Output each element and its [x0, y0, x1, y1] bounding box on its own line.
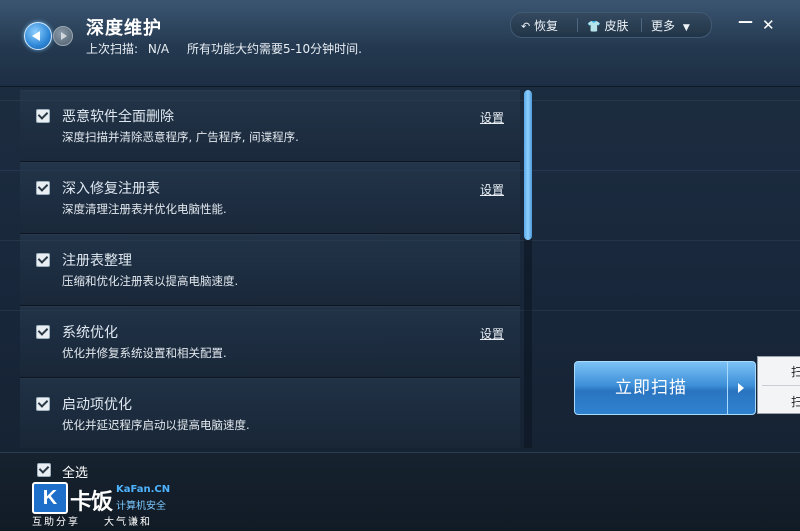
- back-arrow-icon[interactable]: [24, 22, 52, 50]
- list-item-malware-removal: 恶意软件全面删除 深度扫描并清除恶意程序, 广告程序, 间谍程序. 设置: [20, 90, 520, 162]
- kafan-logo-slogan: 互助分享 大气谦和: [32, 513, 176, 528]
- kafan-logo-name: 卡饭: [70, 490, 113, 515]
- top-menu: ↶ 恢复 👕 皮肤 更多 ▼: [510, 12, 712, 38]
- close-button[interactable]: ✕: [762, 16, 775, 34]
- main-window: - bbs.kafan.cn/thread ... 深度维护 上次扫描: N/A…: [0, 0, 800, 531]
- list-item-startup-optimize: 启动项优化 优化并延迟程序启动以提高电脑速度.: [20, 378, 520, 448]
- popup-menu-item[interactable]: 扫: [791, 363, 800, 380]
- skin-label: 皮肤: [604, 19, 629, 33]
- select-all-label[interactable]: 全选: [62, 462, 88, 481]
- settings-link[interactable]: 设置: [480, 325, 504, 342]
- kafan-logo-domain: KaFan.CN: [116, 484, 171, 495]
- forward-arrow-icon[interactable]: [53, 26, 73, 46]
- checkbox[interactable]: [36, 109, 50, 123]
- popup-divider: [762, 385, 800, 386]
- checkbox[interactable]: [36, 253, 50, 267]
- list-scrollbar[interactable]: [524, 90, 532, 448]
- select-all-checkbox[interactable]: [37, 463, 51, 477]
- item-description: 压缩和优化注册表以提高电脑速度.: [62, 274, 239, 288]
- checkbox[interactable]: [36, 181, 50, 195]
- popup-menu-item[interactable]: 扫: [791, 393, 800, 410]
- scrollbar-thumb[interactable]: [524, 90, 532, 240]
- settings-link[interactable]: 设置: [480, 181, 504, 198]
- scan-options-dropdown-button[interactable]: [727, 361, 756, 415]
- item-description: 优化并修复系统设置和相关配置.: [62, 346, 227, 360]
- restore-label: 恢复: [534, 19, 559, 33]
- slogan-part: 互助分享: [32, 517, 80, 528]
- scan-options-popup: 扫 扫: [757, 356, 800, 414]
- settings-link[interactable]: 设置: [480, 109, 504, 126]
- kafan-logo: K 卡饭 KaFan.CN 计算机安全 互助分享 大气谦和: [32, 482, 182, 528]
- last-scan-value: N/A: [147, 42, 170, 56]
- item-title: 深入修复注册表: [62, 181, 160, 197]
- last-scan-info: 上次扫描: N/A 所有功能大约需要5-10分钟时间.: [86, 40, 368, 57]
- kafan-logo-mark: K: [32, 482, 68, 514]
- more-button[interactable]: 更多 ▼: [651, 17, 690, 34]
- item-description: 优化并延迟程序启动以提高电脑速度.: [62, 418, 250, 432]
- slogan-part: 大气谦和: [104, 517, 152, 528]
- item-title: 系统优化: [62, 325, 118, 341]
- scan-duration-note: 所有功能大约需要5-10分钟时间.: [186, 42, 362, 56]
- item-description: 深度清理注册表并优化电脑性能.: [62, 202, 227, 216]
- menu-divider: [641, 18, 642, 32]
- title-bar: 深度维护 上次扫描: N/A 所有功能大约需要5-10分钟时间. ↶ 恢复 👕 …: [0, 0, 800, 87]
- checkbox[interactable]: [36, 325, 50, 339]
- item-description: 深度扫描并清除恶意程序, 广告程序, 间谍程序.: [62, 130, 299, 144]
- last-scan-label: 上次扫描:: [86, 42, 139, 56]
- restore-button[interactable]: ↶ 恢复: [521, 17, 558, 34]
- item-title: 启动项优化: [62, 397, 132, 413]
- minimize-button[interactable]: —: [738, 12, 753, 30]
- option-list: 恶意软件全面删除 深度扫描并清除恶意程序, 广告程序, 间谍程序. 设置 深入修…: [20, 90, 520, 448]
- list-item-registry-repair: 深入修复注册表 深度清理注册表并优化电脑性能. 设置: [20, 162, 520, 234]
- scan-now-button[interactable]: 立即扫描: [574, 361, 728, 415]
- checkbox[interactable]: [36, 397, 50, 411]
- chevron-down-icon: ▼: [682, 23, 690, 33]
- menu-divider: [577, 18, 578, 32]
- list-item-system-optimize: 系统优化 优化并修复系统设置和相关配置. 设置: [20, 306, 520, 378]
- kafan-logo-tagline: 计算机安全: [116, 501, 166, 512]
- list-item-registry-defrag: 注册表整理 压缩和优化注册表以提高电脑速度.: [20, 234, 520, 306]
- restore-arrow-icon: ↶: [521, 20, 531, 33]
- page-title: 深度维护: [86, 18, 162, 39]
- more-label: 更多: [651, 19, 676, 33]
- item-title: 注册表整理: [62, 253, 132, 269]
- shirt-icon: 👕: [587, 20, 601, 33]
- skin-button[interactable]: 👕 皮肤: [587, 17, 629, 34]
- item-title: 恶意软件全面删除: [62, 109, 174, 125]
